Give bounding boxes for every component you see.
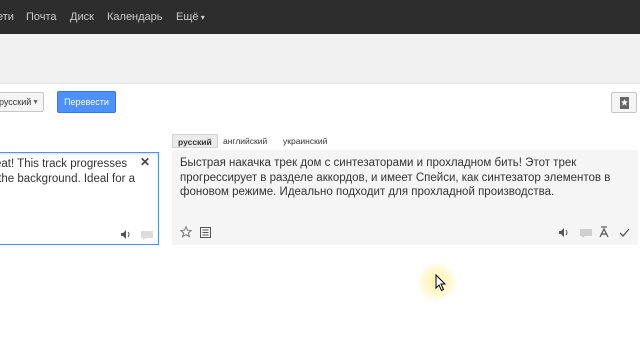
tab-russian[interactable]: русский (172, 134, 218, 148)
translation-result-panel: Быстрая накачка трек дом с синтезаторами… (172, 150, 638, 245)
tab-english[interactable]: английский (218, 134, 272, 148)
source-language-label: русский (0, 97, 32, 107)
nav-item-more[interactable]: Ещё (176, 11, 205, 23)
chat-icon[interactable] (580, 229, 592, 238)
cursor-icon (435, 274, 447, 292)
top-navigation-bar: ети Почта Диск Календарь Ещё (0, 0, 640, 34)
nav-item-mail[interactable]: Почта (26, 11, 57, 23)
document-icon[interactable] (200, 227, 211, 238)
chevron-down-icon: ▼ (32, 99, 39, 106)
star-icon[interactable] (180, 226, 192, 238)
nav-item-calendar[interactable]: Календарь (107, 11, 163, 23)
source-text-area[interactable]: eat! This track progresses the backgroun… (0, 152, 159, 245)
speaker-icon[interactable] (120, 229, 132, 240)
source-language-select[interactable]: русский ▼ (0, 92, 44, 112)
pronunciation-icon[interactable] (599, 226, 609, 238)
nav-item-partial[interactable]: ети (0, 11, 14, 23)
bookmark-button[interactable] (611, 92, 637, 113)
nav-item-drive[interactable]: Диск (70, 11, 94, 23)
close-icon[interactable]: ✕ (140, 155, 150, 169)
bookmark-icon (620, 97, 629, 109)
source-text[interactable]: eat! This track progresses the backgroun… (0, 157, 135, 186)
speaker-icon[interactable] (558, 227, 570, 238)
tab-ukrainian[interactable]: украинский (278, 134, 332, 148)
translation-text: Быстрая накачка трек дом с синтезаторами… (180, 157, 611, 198)
check-icon[interactable] (619, 228, 630, 237)
header-bar (0, 34, 640, 84)
translate-button[interactable]: Перевести (57, 91, 116, 113)
chat-icon[interactable] (141, 231, 153, 240)
